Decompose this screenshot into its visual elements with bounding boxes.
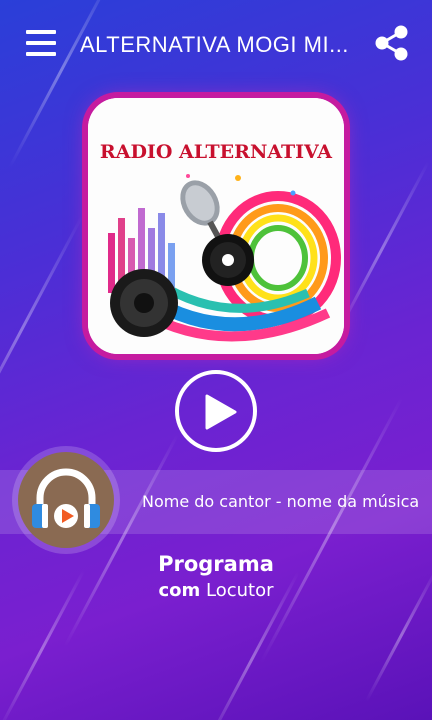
now-playing-text: Nome do cantor - nome da música [142, 492, 420, 511]
program-with-label: com [158, 580, 201, 601]
program-title: Programa [158, 552, 274, 576]
play-button[interactable] [175, 370, 257, 452]
share-icon [375, 25, 408, 61]
cover-station-label: RADIO ALTERNATIVA [100, 141, 332, 163]
station-cover-image: RADIO ALTERNATIVA [88, 98, 344, 354]
play-icon [205, 394, 237, 430]
app-bar: ALTERNATIVA MOGI MI... [0, 0, 432, 88]
hamburger-menu-icon [26, 30, 56, 34]
menu-button[interactable] [26, 30, 56, 56]
program-host-line: com Locutor [0, 580, 432, 601]
headphones-play-icon [32, 468, 100, 528]
program-host: Locutor [206, 580, 274, 601]
avatar [18, 452, 114, 548]
share-button[interactable] [374, 24, 410, 62]
app-title: ALTERNATIVA MOGI MI... [80, 32, 349, 57]
